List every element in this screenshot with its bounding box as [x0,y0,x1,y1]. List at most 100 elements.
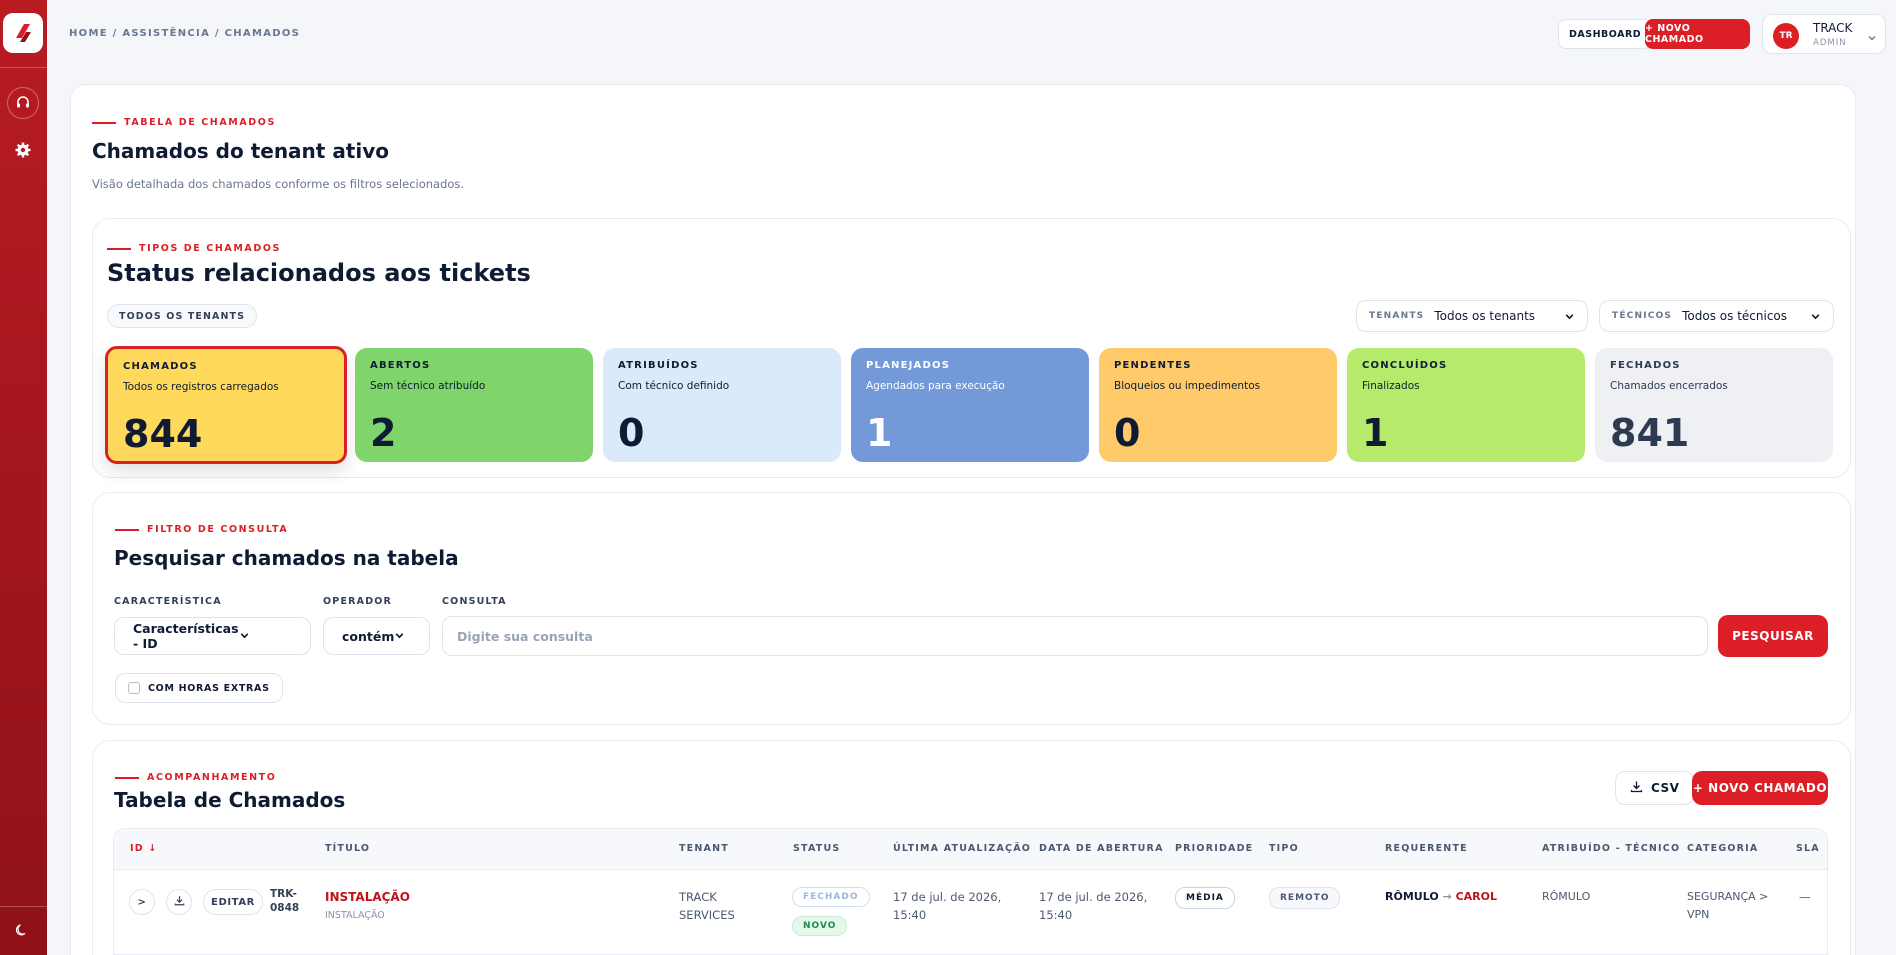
card-desc: Com técnico definido [618,380,730,392]
ticket-id[interactable]: TRK- 0848 [270,887,299,915]
technicians-filter-value: Todos os técnicos [1682,309,1788,323]
search-button[interactable]: PESQUISAR [1718,615,1828,657]
query-label: CONSULTA [442,596,507,607]
overtime-label: COM HORAS EXTRAS [148,682,270,694]
support-headset-icon[interactable] [7,87,39,119]
ticket-title-sub: INSTALAÇÃO [325,910,385,921]
col-last-update[interactable]: ÚLTIMA ATUALIZAÇÃO [893,843,1031,854]
status-card-concluidos[interactable]: CONCLUÍDOS Finalizados 1 [1347,348,1585,462]
operator-label: OPERADOR [323,596,393,607]
dashboard-button[interactable]: DASHBOARD [1558,19,1653,49]
opened-time: 15:40 [1039,908,1073,922]
checkbox-box[interactable] [128,682,140,694]
updated-date: 17 de jul. de 2026, [893,890,1002,904]
status-badge-new: NOVO [792,916,848,936]
priority-badge: MÉDIA [1175,887,1235,909]
card-desc: Sem técnico atribuído [370,380,486,392]
new-ticket-top-button[interactable]: + NOVO CHAMADO [1645,19,1750,49]
card-title: FECHADOS [1610,360,1681,371]
card-count: 0 [618,411,645,455]
status-kicker: TIPOS DE CHAMADOS [107,243,281,254]
tenants-filter[interactable]: TENANTS Todos os tenants [1356,300,1588,332]
ticket-open-date: 17 de jul. de 2026, 15:40 [1039,888,1147,924]
card-title: ABERTOS [370,360,431,371]
page-subtitle: Visão detalhada dos chamados conforme os… [92,177,465,191]
card-count: 844 [123,412,203,456]
col-type[interactable]: TIPO [1269,843,1299,854]
settings-gear-icon[interactable] [7,134,39,166]
status-card-planejados[interactable]: PLANEJADOS Agendados para execução 1 [851,348,1089,462]
card-desc: Agendados para execução [866,380,1005,392]
new-ticket-table-button[interactable]: + NOVO CHAMADO [1692,771,1828,805]
user-menu[interactable]: TR TRACK ADMIN [1762,14,1886,54]
col-assigned[interactable]: ATRIBUÍDO - TÉCNICO [1542,843,1680,854]
ticket-requester: RÔMULO → CAROL [1385,888,1497,906]
col-title[interactable]: TÍTULO [325,843,370,854]
tenant-line1: TRACK [679,890,717,904]
operator-value: contém [342,628,395,644]
table-kicker: ACOMPANHAMENTO [115,772,276,783]
col-requester[interactable]: REQUERENTE [1385,843,1468,854]
col-open-date[interactable]: DATA DE ABERTURA [1039,843,1164,854]
status-badge-closed: FECHADO [792,887,870,907]
filter-kicker: FILTRO DE CONSULTA [115,524,288,535]
status-card-pendentes[interactable]: PENDENTES Bloqueios ou impedimentos 0 [1099,348,1337,462]
col-sla[interactable]: SLA [1796,843,1820,854]
tickets-table: ID ↓ TÍTULO TENANT STATUS ÚLTIMA ATUALIZ… [113,828,1828,955]
requester-name: RÔMULO [1385,890,1439,903]
card-count: 2 [370,411,397,455]
user-name: TRACK [1813,21,1853,35]
status-card-fechados[interactable]: FECHADOS Chamados encerrados 841 [1595,348,1833,462]
user-avatar: TR [1773,23,1799,49]
card-count: 1 [1362,411,1389,455]
table-title: Tabela de Chamados [114,788,346,812]
dark-mode-moon-icon[interactable] [15,922,29,941]
download-row-button[interactable] [166,889,192,915]
col-tenant[interactable]: TENANT [679,843,729,854]
col-status[interactable]: STATUS [793,843,840,854]
sidebar-divider-bottom [0,906,47,907]
characteristic-select[interactable]: Características - ID [114,617,311,655]
brand-logo[interactable] [3,13,43,53]
status-card-atribuidos[interactable]: ATRIBUÍDOS Com técnico definido 0 [603,348,841,462]
ticket-title-link[interactable]: INSTALAÇÃO [325,888,410,906]
all-tenants-pill[interactable]: TODOS OS TENANTS [107,304,258,328]
status-card-abertos[interactable]: ABERTOS Sem técnico atribuído 2 [355,348,593,462]
sidebar [0,0,47,955]
expand-row-button[interactable]: > [129,889,155,915]
card-desc: Finalizados [1362,380,1420,392]
operator-select[interactable]: contém [323,617,430,655]
col-priority[interactable]: PRIORIDADE [1175,843,1253,854]
ticket-id-prefix: TRK- [270,888,297,900]
table-header: ID ↓ TÍTULO TENANT STATUS ÚLTIMA ATUALIZ… [114,829,1827,870]
card-desc: Bloqueios ou impedimentos [1114,380,1261,392]
edit-row-button[interactable]: EDITAR [203,889,263,915]
type-badge: REMOTO [1269,887,1341,909]
chevron-down-icon [1810,307,1821,326]
status-title: Status relacionados aos tickets [107,259,531,287]
filter-section [92,492,1851,725]
card-count: 0 [1114,411,1141,455]
query-input[interactable] [442,616,1708,656]
card-count: 841 [1610,411,1690,455]
sidebar-divider [0,67,47,68]
ticket-sla: — [1799,890,1811,904]
csv-label: CSV [1651,781,1680,795]
breadcrumb: HOME / ASSISTÊNCIA / CHAMADOS [69,28,301,39]
technicians-filter-label: TÉCNICOS [1612,311,1673,321]
technicians-filter[interactable]: TÉCNICOS Todos os técnicos [1599,300,1834,332]
card-title: PLANEJADOS [866,360,951,371]
export-csv-button[interactable]: CSV [1615,771,1695,805]
status-card-chamados[interactable]: CHAMADOS Todos os registros carregados 844 [105,346,347,464]
chevron-down-icon [1564,307,1575,326]
category-line1: SEGURANÇA > [1687,890,1769,903]
card-desc: Todos os registros carregados [123,381,279,393]
card-title: CHAMADOS [123,361,198,372]
overtime-checkbox[interactable]: COM HORAS EXTRAS [115,673,283,703]
filter-title: Pesquisar chamados na tabela [114,546,459,570]
ticket-id-number: 0848 [270,902,300,914]
col-id[interactable]: ID ↓ [130,843,158,854]
col-category[interactable]: CATEGORIA [1687,843,1758,854]
category-line2: VPN [1687,908,1710,921]
characteristic-value: Características - ID [133,621,239,651]
